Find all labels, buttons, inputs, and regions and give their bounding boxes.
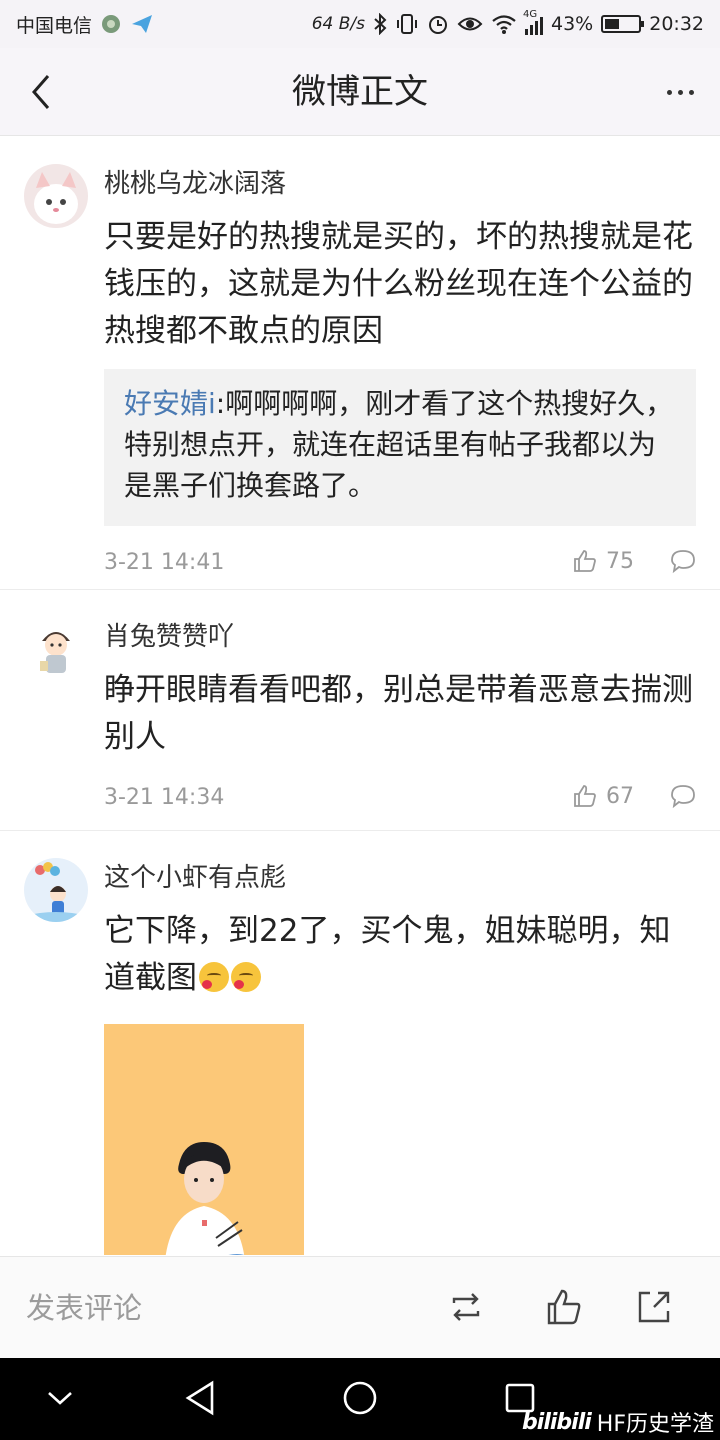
carrier-label: 中国电信 — [16, 14, 93, 37]
comment-text: 睁开眼睛看看吧都，别总是带着恶意去揣测别人 — [104, 672, 693, 755]
like-icon[interactable] — [544, 1287, 584, 1327]
blushing-emoji-icon — [231, 962, 261, 992]
like-icon — [574, 785, 596, 807]
more-icon[interactable] — [660, 70, 700, 114]
wifi-icon — [492, 15, 516, 34]
comment-icon[interactable] — [670, 548, 696, 574]
like-button[interactable]: 75 — [572, 548, 634, 574]
paper-plane-icon — [132, 15, 153, 33]
watermark: bilibili HF历史学渣 — [522, 1406, 714, 1438]
comment-meta: 3-21 14:34 67 — [104, 771, 696, 831]
like-icon — [574, 550, 596, 572]
home-circle-icon[interactable] — [342, 1380, 378, 1416]
nav-header: 微博正文 — [0, 48, 720, 136]
status-bar: 中国电信 64 B/s 4G 43% 20:32 — [0, 0, 720, 48]
comment-meta: 3-21 14:41 75 — [104, 536, 696, 596]
comment-text-content: 它下降，到22了，买个鬼，姐妹聪明，知道截图 — [104, 913, 671, 996]
battery-percent: 43% — [551, 13, 594, 35]
reply-username[interactable]: 好安婧i — [124, 387, 216, 420]
like-count: 75 — [606, 548, 634, 574]
comment-text: 它下降，到22了，买个鬼，姐妹聪明，知道截图 — [104, 908, 696, 1002]
comment-time: 3-21 14:34 — [104, 785, 225, 810]
comment-input[interactable]: 发表评论 — [26, 1285, 142, 1327]
eye-icon — [457, 17, 483, 31]
system-nav-bar: bilibili HF历史学渣 — [0, 1358, 720, 1440]
clock: 20:32 — [649, 13, 704, 35]
signal-icon: 4G — [523, 9, 543, 35]
chevron-down-icon[interactable] — [46, 1386, 74, 1410]
reply-box[interactable]: 好安婧i:啊啊啊啊，刚才看了这个热搜好久，特别想点开，就连在超话里有帖子我都以为… — [104, 369, 696, 526]
vibrate-icon — [397, 14, 417, 34]
like-count: 67 — [606, 783, 634, 809]
avatar[interactable] — [24, 858, 88, 922]
avatar[interactable] — [24, 164, 88, 228]
network-speed: 64 B/s — [311, 14, 365, 34]
comment-list[interactable]: 桃桃乌龙冰阔落 只要是好的热搜就是买的，坏的热搜就是花钱压的，这就是为什么粉丝现… — [0, 137, 720, 1255]
blushing-emoji-icon — [199, 962, 229, 992]
comment-item: 桃桃乌龙冰阔落 只要是好的热搜就是买的，坏的热搜就是花钱压的，这就是为什么粉丝现… — [0, 137, 720, 590]
bilibili-logo: bilibili — [522, 1409, 592, 1435]
share-icon[interactable] — [634, 1287, 674, 1327]
comment-item: 这个小虾有点彪 它下降，到22了，买个鬼，姐妹聪明，知道截图 — [0, 831, 720, 1255]
comment-username[interactable]: 桃桃乌龙冰阔落 — [104, 164, 696, 204]
comment-username[interactable]: 肖兔赞赞吖 — [104, 617, 696, 657]
back-triangle-icon[interactable] — [184, 1380, 216, 1416]
comment-item: 肖兔赞赞吖 睁开眼睛看看吧都，别总是带着恶意去揣测别人 3-21 14:34 6… — [0, 590, 720, 831]
alarm-icon — [429, 16, 447, 34]
repost-icon[interactable] — [446, 1287, 486, 1327]
bottom-action-bar: 发表评论 — [0, 1256, 720, 1358]
comment-time: 3-21 14:41 — [104, 550, 225, 575]
watermark-text: HF历史学渣 — [596, 1412, 714, 1437]
comment-icon[interactable] — [670, 783, 696, 809]
avatar[interactable] — [24, 617, 88, 681]
comment-image[interactable] — [104, 1024, 304, 1255]
page-title: 微博正文 — [292, 72, 428, 112]
bluetooth-icon — [374, 13, 387, 35]
comment-text: 只要是好的热搜就是买的，坏的热搜就是花钱压的，这就是为什么粉丝现在连个公益的热搜… — [104, 219, 693, 349]
comment-username[interactable]: 这个小虾有点彪 — [104, 858, 696, 898]
like-button[interactable]: 67 — [572, 783, 634, 809]
network-type: 4G — [523, 9, 538, 20]
battery-icon — [601, 15, 645, 33]
app-notification-icon — [102, 15, 121, 33]
